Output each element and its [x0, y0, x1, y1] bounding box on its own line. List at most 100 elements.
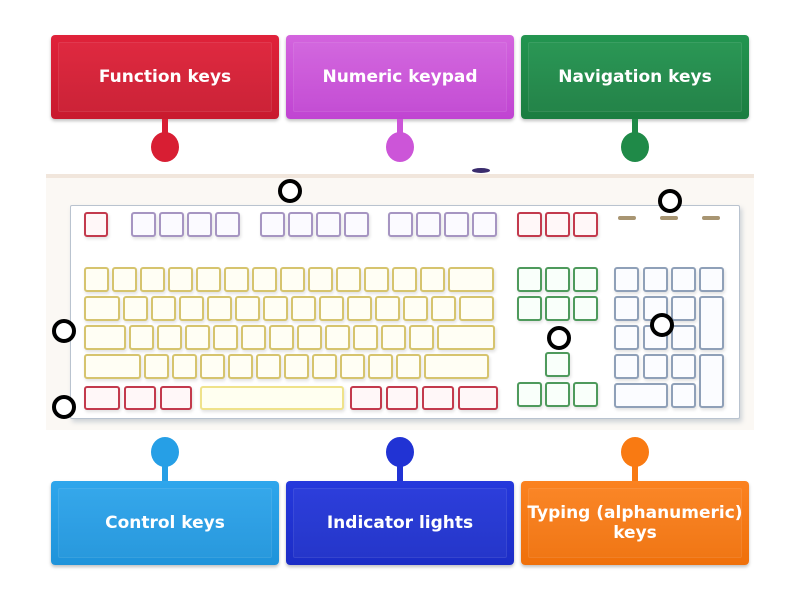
key-typing — [157, 325, 182, 350]
key-typing — [353, 325, 378, 350]
key-typing — [424, 354, 489, 379]
key-function — [187, 212, 212, 237]
key-typing — [213, 325, 238, 350]
key-typing — [375, 296, 400, 321]
key-typing — [84, 354, 141, 379]
key-numpad — [614, 267, 639, 292]
key-function — [344, 212, 369, 237]
key-numpad — [671, 325, 696, 350]
hotspot-target[interactable] — [52, 395, 76, 419]
key-typing — [84, 296, 120, 321]
key-numpad — [614, 325, 639, 350]
key-typing — [185, 325, 210, 350]
key-typing — [431, 296, 456, 321]
key-numpad-plus — [699, 296, 724, 350]
key-typing — [123, 296, 148, 321]
key-typing — [84, 267, 109, 292]
key-typing — [409, 325, 434, 350]
key-numpad — [643, 267, 668, 292]
pin-shadow — [472, 168, 490, 173]
key-typing — [392, 267, 417, 292]
key-typing — [336, 267, 361, 292]
key-arrow — [573, 382, 598, 407]
key-typing — [252, 267, 277, 292]
key-typing — [297, 325, 322, 350]
key-typing — [340, 354, 365, 379]
key-control — [458, 386, 498, 410]
key-typing — [228, 354, 253, 379]
label-text: Typing (alphanumeric) keys — [527, 503, 743, 543]
key-function — [215, 212, 240, 237]
label-text: Indicator lights — [326, 513, 474, 533]
key-typing — [235, 296, 260, 321]
key-numpad — [614, 296, 639, 321]
pin-stem — [162, 463, 168, 481]
key-function — [159, 212, 184, 237]
key-arrow — [545, 382, 570, 407]
key-control — [84, 386, 120, 410]
key-typing — [284, 354, 309, 379]
key-typing — [241, 325, 266, 350]
hotspot-target[interactable] — [278, 179, 302, 203]
label-text: Function keys — [98, 67, 232, 87]
key-control — [545, 212, 570, 237]
pin-stem — [397, 463, 403, 481]
key-typing — [368, 354, 393, 379]
key-typing — [437, 325, 495, 350]
key-typing — [144, 354, 169, 379]
key-typing — [420, 267, 445, 292]
key-typing — [312, 354, 337, 379]
key-typing — [381, 325, 406, 350]
pin-marker-numeric-keypad[interactable] — [386, 132, 414, 162]
key-function — [444, 212, 469, 237]
key-control — [517, 212, 542, 237]
key-typing — [459, 296, 494, 321]
key-arrow-up — [545, 352, 570, 377]
key-typing — [269, 325, 294, 350]
label-navigation-keys[interactable]: Navigation keys — [521, 35, 749, 119]
label-control-keys[interactable]: Control keys — [51, 481, 279, 565]
pin-marker-function-keys[interactable] — [151, 132, 179, 162]
key-typing — [308, 267, 333, 292]
key-typing — [112, 267, 137, 292]
key-typing — [207, 296, 232, 321]
key-numpad — [671, 354, 696, 379]
key-numpad — [671, 267, 696, 292]
key-typing — [196, 267, 221, 292]
key-typing — [325, 325, 350, 350]
key-numpad-enter — [699, 354, 724, 408]
key-function — [388, 212, 413, 237]
label-numeric-keypad[interactable]: Numeric keypad — [286, 35, 514, 119]
label-text: Navigation keys — [558, 67, 712, 87]
label-typing-keys[interactable]: Typing (alphanumeric) keys — [521, 481, 749, 565]
key-control — [422, 386, 454, 410]
key-navigation — [517, 267, 542, 292]
key-typing — [200, 354, 225, 379]
label-function-keys[interactable]: Function keys — [51, 35, 279, 119]
key-navigation — [545, 267, 570, 292]
key-control — [350, 386, 382, 410]
hotspot-target[interactable] — [547, 326, 571, 350]
key-numpad — [671, 383, 696, 408]
key-typing — [179, 296, 204, 321]
key-typing — [319, 296, 344, 321]
key-typing — [140, 267, 165, 292]
hotspot-target[interactable] — [650, 313, 674, 337]
pin-marker-navigation-keys[interactable] — [621, 132, 649, 162]
label-indicator-lights[interactable]: Indicator lights — [286, 481, 514, 565]
hotspot-target[interactable] — [658, 189, 682, 213]
key-control — [386, 386, 418, 410]
key-function — [288, 212, 313, 237]
label-text: Control keys — [105, 513, 225, 533]
key-typing — [129, 325, 154, 350]
hotspot-target[interactable] — [52, 319, 76, 343]
key-function — [416, 212, 441, 237]
key-typing — [403, 296, 428, 321]
key-typing — [172, 354, 197, 379]
key-navigation — [545, 296, 570, 321]
key-typing — [263, 296, 288, 321]
key-function — [472, 212, 497, 237]
key-typing — [396, 354, 421, 379]
key-control — [573, 212, 598, 237]
key-navigation — [573, 296, 598, 321]
